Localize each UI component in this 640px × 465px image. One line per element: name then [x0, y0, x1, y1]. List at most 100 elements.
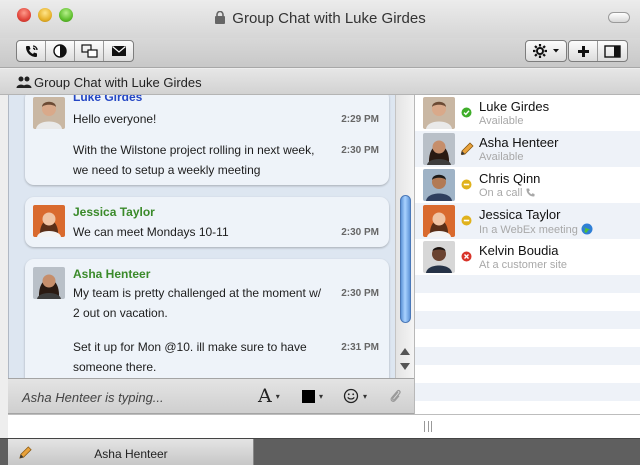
avatar — [33, 267, 65, 299]
message-text: My team is pretty challenged at the mome… — [73, 286, 322, 300]
message-time: 2:29 PM — [341, 114, 379, 125]
compose-area — [8, 414, 640, 438]
sender-name: Jessica Taylor — [73, 205, 155, 219]
add-participant-button[interactable] — [569, 41, 598, 61]
paperclip-icon — [390, 389, 401, 402]
scroll-up-arrow[interactable] — [400, 348, 410, 355]
message-time: 2:30 PM — [341, 288, 379, 299]
empty-row — [415, 365, 640, 383]
message-group: Asha Henteer My team is pretty challenge… — [25, 259, 389, 378]
chevron-down-icon: ▾ — [319, 391, 324, 401]
message-input[interactable] — [8, 415, 414, 438]
emoticon-button[interactable]: ▾ — [343, 387, 367, 405]
participant-name: Jessica Taylor — [479, 207, 561, 222]
email-button[interactable] — [104, 41, 133, 61]
screen-share-icon — [80, 44, 98, 58]
avatar-jessica-taylor — [423, 205, 455, 237]
participant-status-wrap: On a call — [479, 187, 536, 199]
chevron-down-icon: ▾ — [275, 391, 280, 401]
conversation-tab-bar: Asha Henteer — [0, 438, 640, 465]
participant-row[interactable]: Asha Henteer Available — [415, 131, 640, 167]
scroll-down-arrow[interactable] — [400, 363, 410, 370]
title-bar: Group Chat with Luke Girdes — [0, 0, 640, 38]
message-text: Hello everyone! — [73, 112, 157, 126]
message-text: we need to setup a weekly meeting — [73, 163, 261, 177]
gear-icon — [533, 44, 547, 58]
call-button[interactable] — [17, 41, 46, 61]
avatar-luke-girdes — [33, 97, 65, 129]
participant-list: Luke Girdes Available Asha Henteer Avail… — [414, 95, 640, 414]
busy-status-icon — [461, 179, 472, 190]
left-tool-group — [16, 40, 134, 62]
message-group: Luke Girdes Hello everyone! 2:29 PM With… — [25, 95, 389, 185]
settings-menu-button[interactable] — [525, 40, 567, 62]
font-icon: A — [258, 385, 272, 407]
avatar-luke-girdes — [423, 97, 455, 129]
empty-row — [415, 329, 640, 347]
mail-icon — [111, 46, 126, 56]
format-bar: Asha Henteer is typing... A ▾ ▾ ▾ — [8, 378, 414, 414]
participant-row[interactable]: Chris Qinn On a call — [415, 167, 640, 203]
scrollbar-thumb[interactable] — [400, 195, 411, 323]
participant-status: On a call — [479, 187, 523, 199]
presence-button[interactable] — [46, 41, 75, 61]
conversation-title: Group Chat with Luke Girdes — [34, 75, 202, 90]
sender-name: Asha Henteer — [73, 267, 151, 281]
available-status-icon — [461, 107, 472, 118]
message-group: Jessica Taylor We can meet Mondays 10-11… — [25, 197, 389, 247]
chat-transcript[interactable]: Luke Girdes Hello everyone! 2:29 PM With… — [8, 95, 414, 378]
participant-row[interactable]: Kelvin Boudia At a customer site — [415, 239, 640, 275]
avatar-kelvin-boudia — [423, 241, 455, 273]
participant-row[interactable]: Luke Girdes Available — [415, 95, 640, 131]
text-color-button[interactable]: ▾ — [302, 387, 323, 405]
empty-row — [415, 311, 640, 329]
chevron-down-icon: ▾ — [363, 391, 368, 401]
participant-name: Luke Girdes — [479, 99, 550, 114]
smiley-icon — [343, 388, 359, 404]
color-swatch-icon — [302, 389, 315, 403]
participant-name: Chris Qinn — [479, 171, 541, 186]
message-text: We can meet Mondays 10-11 — [73, 225, 229, 239]
avatar — [33, 97, 65, 129]
contrast-icon — [53, 44, 67, 58]
font-button[interactable]: A ▾ — [258, 385, 280, 407]
message-text: Set it up for Mon @10. ill make sure to … — [73, 340, 307, 354]
message-time: 2:31 PM — [341, 342, 379, 353]
conversation-tab[interactable]: Asha Henteer — [8, 439, 254, 465]
sidebar-toggle-icon — [604, 44, 621, 58]
participant-row[interactable]: Jessica Taylor In a WebEx meeting — [415, 203, 640, 239]
avatar-asha-henteer — [423, 133, 455, 165]
transcript-scrollbar[interactable] — [395, 95, 414, 378]
message-text: With the Wilstone project rolling in nex… — [73, 143, 315, 157]
sender-name: Luke Girdes — [73, 95, 143, 104]
avatar — [423, 241, 455, 273]
message-text: 2 out on vacation. — [73, 306, 168, 320]
attach-file-button[interactable] — [388, 387, 402, 405]
avatar-asha-henteer — [33, 267, 65, 299]
pane-resize-handle[interactable] — [424, 421, 432, 432]
participant-name: Kelvin Boudia — [479, 243, 559, 258]
message-time: 2:30 PM — [341, 145, 379, 156]
unavailable-status-icon — [461, 251, 472, 262]
busy-status-icon — [461, 215, 472, 226]
participant-status: In a WebEx meeting — [479, 224, 578, 236]
avatar — [33, 205, 65, 237]
pencil-icon — [460, 142, 474, 156]
empty-row — [415, 383, 640, 401]
toolbar — [0, 38, 640, 68]
settings-button[interactable] — [526, 41, 566, 61]
participant-name: Asha Henteer — [479, 135, 559, 150]
message-text: someone there. — [73, 360, 157, 374]
window-title-text: Group Chat with Luke Girdes — [232, 10, 426, 27]
participant-status: Available — [479, 115, 524, 127]
chevron-down-icon — [553, 49, 559, 53]
participant-status: Available — [479, 151, 524, 163]
webex-globe-icon — [581, 223, 593, 235]
participant-status-wrap: In a WebEx meeting — [479, 223, 593, 236]
empty-row — [415, 347, 640, 365]
avatar — [423, 97, 455, 129]
avatar-jessica-taylor — [33, 205, 65, 237]
toolbar-toggle-button[interactable] — [608, 12, 630, 23]
share-screen-button[interactable] — [75, 41, 104, 61]
toggle-sidebar-button[interactable] — [598, 41, 627, 61]
